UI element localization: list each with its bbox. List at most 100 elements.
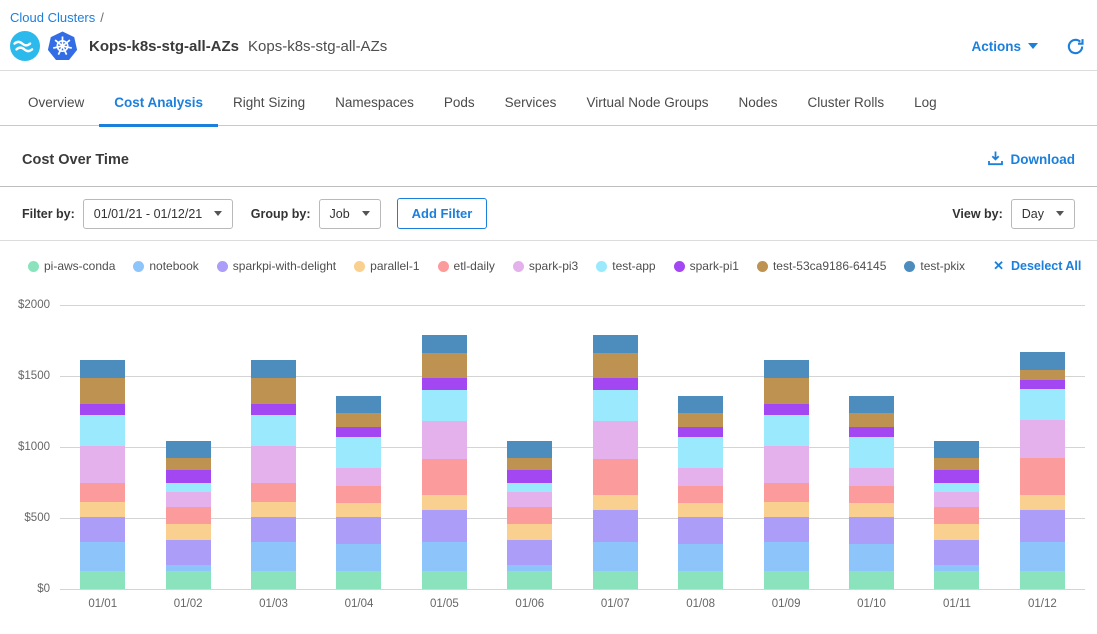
bar-segment-test-53ca9186-64145[interactable]: [336, 413, 381, 427]
legend-item-pi-aws-conda[interactable]: pi-aws-conda: [28, 259, 115, 273]
bar-segment-test-53ca9186-64145[interactable]: [507, 458, 552, 471]
tab-services[interactable]: Services: [490, 95, 572, 125]
tab-virtual-node-groups[interactable]: Virtual Node Groups: [571, 95, 723, 125]
stacked-bar-01/09[interactable]: [764, 305, 809, 589]
bar-segment-sparkpi-with-delight[interactable]: [422, 510, 467, 543]
bar-segment-test-53ca9186-64145[interactable]: [678, 413, 723, 427]
bar-segment-test-app[interactable]: [764, 415, 809, 446]
bar-segment-notebook[interactable]: [678, 544, 723, 571]
bar-segment-spark-pi3[interactable]: [336, 468, 381, 486]
actions-button[interactable]: Actions: [971, 39, 1038, 54]
legend-item-parallel-1[interactable]: parallel-1: [354, 259, 419, 273]
bar-segment-test-53ca9186-64145[interactable]: [251, 378, 296, 405]
tab-log[interactable]: Log: [899, 95, 952, 125]
legend-item-spark-pi1[interactable]: spark-pi1: [674, 259, 739, 273]
bar-segment-pi-aws-conda[interactable]: [1020, 571, 1065, 589]
bar-segment-spark-pi3[interactable]: [678, 468, 723, 486]
bar-segment-test-pkix[interactable]: [849, 396, 894, 413]
tab-namespaces[interactable]: Namespaces: [320, 95, 429, 125]
bar-segment-test-53ca9186-64145[interactable]: [593, 353, 638, 377]
legend-item-test-app[interactable]: test-app: [596, 259, 655, 273]
bar-segment-test-pkix[interactable]: [80, 360, 125, 377]
tab-pods[interactable]: Pods: [429, 95, 490, 125]
bar-segment-test-app[interactable]: [507, 483, 552, 492]
bar-segment-test-app[interactable]: [849, 437, 894, 468]
stacked-bar-01/12[interactable]: [1020, 305, 1065, 589]
bar-segment-parallel-1[interactable]: [80, 502, 125, 516]
bar-segment-etl-daily[interactable]: [251, 483, 296, 502]
bar-segment-pi-aws-conda[interactable]: [764, 571, 809, 589]
bar-segment-notebook[interactable]: [422, 542, 467, 570]
bar-segment-spark-pi3[interactable]: [764, 446, 809, 484]
bar-segment-test-pkix[interactable]: [934, 441, 979, 458]
bar-segment-notebook[interactable]: [1020, 542, 1065, 570]
bar-segment-parallel-1[interactable]: [251, 502, 296, 516]
tab-cost-analysis[interactable]: Cost Analysis: [99, 95, 218, 125]
bar-segment-test-pkix[interactable]: [507, 441, 552, 458]
bar-segment-pi-aws-conda[interactable]: [166, 571, 211, 589]
bar-segment-sparkpi-with-delight[interactable]: [934, 540, 979, 565]
stacked-bar-01/01[interactable]: [80, 305, 125, 589]
bar-segment-sparkpi-with-delight[interactable]: [849, 517, 894, 544]
bar-segment-test-pkix[interactable]: [593, 335, 638, 353]
stacked-bar-01/02[interactable]: [166, 305, 211, 589]
bar-segment-spark-pi1[interactable]: [80, 404, 125, 415]
legend-item-test-pkix[interactable]: test-pkix: [904, 259, 965, 273]
bar-segment-spark-pi3[interactable]: [507, 492, 552, 507]
bar-segment-pi-aws-conda[interactable]: [80, 571, 125, 589]
bar-segment-notebook[interactable]: [336, 544, 381, 571]
bar-segment-test-app[interactable]: [934, 483, 979, 492]
bar-segment-spark-pi1[interactable]: [166, 470, 211, 483]
bar-segment-test-app[interactable]: [1020, 389, 1065, 420]
bar-segment-test-53ca9186-64145[interactable]: [934, 458, 979, 471]
bar-segment-parallel-1[interactable]: [934, 524, 979, 540]
bar-segment-etl-daily[interactable]: [166, 507, 211, 524]
bar-segment-test-app[interactable]: [80, 415, 125, 446]
bar-segment-test-pkix[interactable]: [1020, 352, 1065, 370]
bar-segment-sparkpi-with-delight[interactable]: [507, 540, 552, 565]
bar-segment-parallel-1[interactable]: [422, 495, 467, 509]
group-by-select[interactable]: Job: [319, 199, 381, 229]
bar-segment-test-53ca9186-64145[interactable]: [764, 378, 809, 405]
tab-overview[interactable]: Overview: [13, 95, 99, 125]
bar-segment-notebook[interactable]: [80, 542, 125, 570]
bar-segment-spark-pi3[interactable]: [80, 446, 125, 484]
bar-segment-parallel-1[interactable]: [678, 503, 723, 516]
bar-segment-etl-daily[interactable]: [507, 507, 552, 524]
bar-segment-test-pkix[interactable]: [251, 360, 296, 377]
bar-segment-sparkpi-with-delight[interactable]: [251, 517, 296, 543]
bar-segment-sparkpi-with-delight[interactable]: [336, 517, 381, 544]
bar-segment-parallel-1[interactable]: [764, 502, 809, 516]
stacked-bar-01/06[interactable]: [507, 305, 552, 589]
stacked-bar-01/08[interactable]: [678, 305, 723, 589]
bar-segment-test-pkix[interactable]: [166, 441, 211, 458]
bar-segment-pi-aws-conda[interactable]: [422, 571, 467, 589]
bar-segment-sparkpi-with-delight[interactable]: [593, 510, 638, 543]
bar-segment-pi-aws-conda[interactable]: [336, 571, 381, 589]
bar-segment-spark-pi1[interactable]: [422, 378, 467, 391]
bar-segment-sparkpi-with-delight[interactable]: [166, 540, 211, 565]
tab-right-sizing[interactable]: Right Sizing: [218, 95, 320, 125]
bar-segment-spark-pi3[interactable]: [593, 421, 638, 459]
bar-segment-parallel-1[interactable]: [336, 503, 381, 516]
bar-segment-spark-pi3[interactable]: [934, 492, 979, 507]
bar-segment-test-app[interactable]: [251, 415, 296, 446]
tab-cluster-rolls[interactable]: Cluster Rolls: [793, 95, 900, 125]
bar-segment-spark-pi1[interactable]: [593, 378, 638, 391]
bar-segment-parallel-1[interactable]: [849, 503, 894, 516]
stacked-bar-01/10[interactable]: [849, 305, 894, 589]
bar-segment-spark-pi1[interactable]: [1020, 380, 1065, 389]
bar-segment-spark-pi1[interactable]: [336, 427, 381, 437]
bar-segment-spark-pi3[interactable]: [849, 468, 894, 486]
bar-segment-pi-aws-conda[interactable]: [593, 571, 638, 589]
refresh-icon[interactable]: [1066, 37, 1085, 56]
bar-segment-pi-aws-conda[interactable]: [507, 571, 552, 589]
bar-segment-parallel-1[interactable]: [166, 524, 211, 540]
breadcrumb-link-cloud-clusters[interactable]: Cloud Clusters: [10, 10, 95, 25]
bar-segment-spark-pi1[interactable]: [678, 427, 723, 437]
bar-segment-sparkpi-with-delight[interactable]: [1020, 510, 1065, 543]
bar-segment-test-app[interactable]: [678, 437, 723, 468]
bar-segment-etl-daily[interactable]: [1020, 458, 1065, 495]
bar-segment-spark-pi3[interactable]: [251, 446, 296, 484]
download-button[interactable]: Download: [987, 150, 1076, 169]
